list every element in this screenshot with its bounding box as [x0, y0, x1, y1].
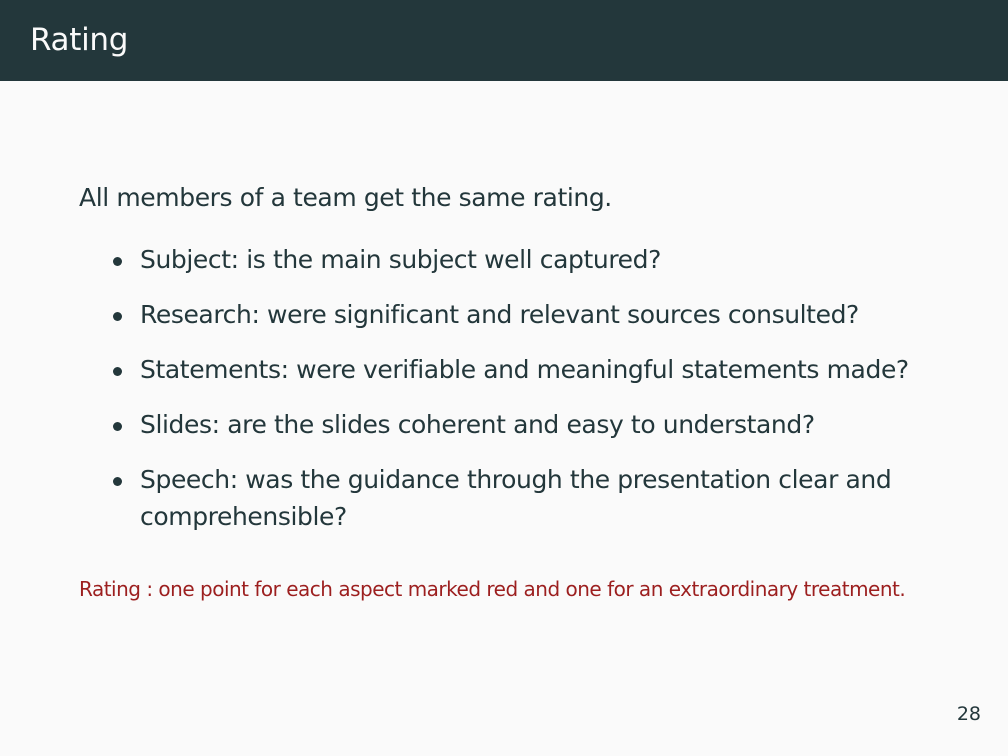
criteria-item-statements: Statements: were verifiable and meaningf…: [79, 351, 959, 388]
criteria-item-slides: Slides: are the slides coherent and easy…: [79, 406, 959, 443]
rating-note: Rating : one point for each aspect marke…: [79, 577, 906, 601]
bullet-icon: [113, 422, 122, 431]
criteria-item-speech: Speech: was the guidance through the pre…: [79, 461, 959, 535]
criteria-item-research: Research: were significant and relevant …: [79, 296, 959, 333]
bullet-icon: [113, 477, 122, 486]
criteria-text: Subject: is the main subject well captur…: [140, 245, 661, 274]
criteria-list: Subject: is the main subject well captur…: [79, 241, 959, 535]
slide-title-bar: Rating: [0, 0, 1008, 81]
slide-title: Rating: [30, 22, 129, 58]
intro-text: All members of a team get the same ratin…: [79, 183, 612, 212]
bullet-icon: [113, 312, 122, 321]
criteria-item-subject: Subject: is the main subject well captur…: [79, 241, 959, 278]
criteria-text: Speech: was the guidance through the pre…: [140, 465, 892, 531]
bullet-icon: [113, 257, 122, 266]
criteria-text: Research: were significant and relevant …: [140, 300, 859, 329]
criteria-text: Statements: were verifiable and meaningf…: [140, 355, 909, 384]
slide-content: All members of a team get the same ratin…: [79, 178, 959, 553]
page-number: 28: [956, 703, 981, 725]
criteria-text: Slides: are the slides coherent and easy…: [140, 410, 815, 439]
bullet-icon: [113, 367, 122, 376]
